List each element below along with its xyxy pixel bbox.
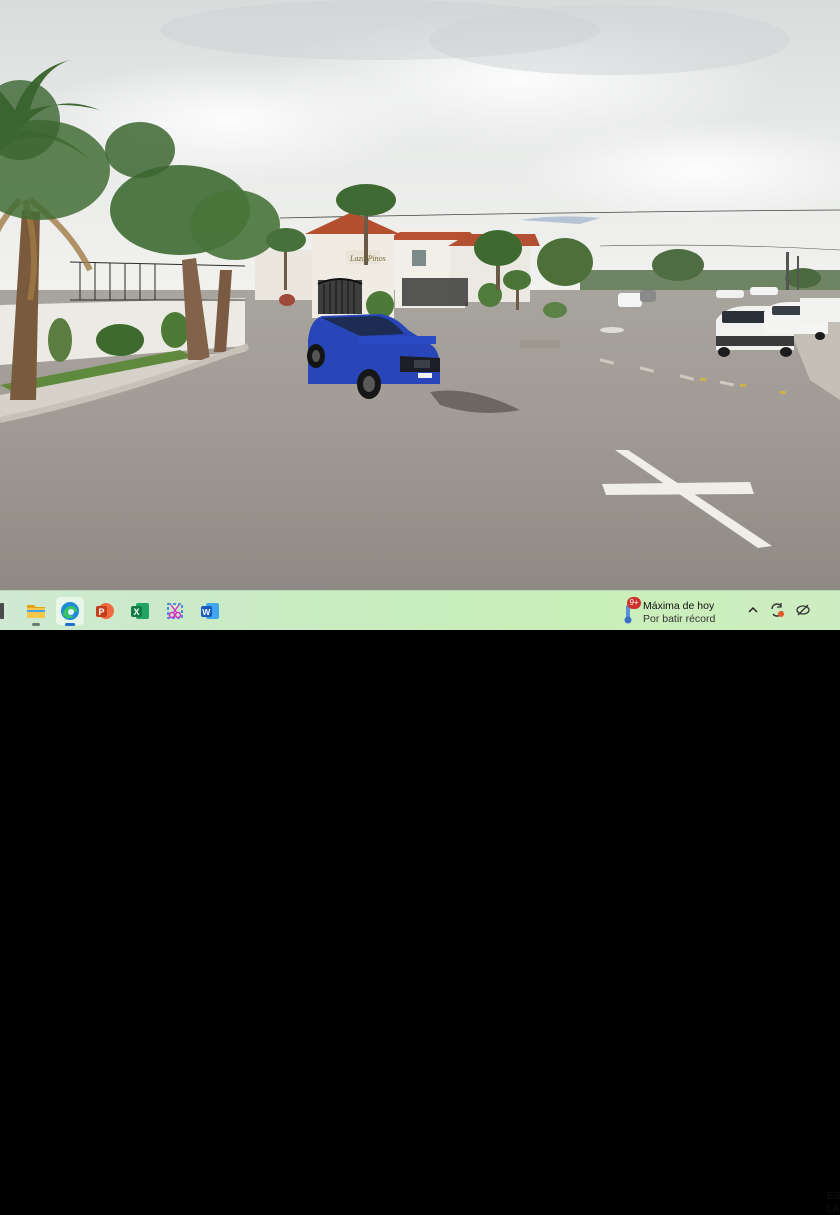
network-disconnected-icon[interactable] [794,601,812,619]
sync-icon[interactable] [768,601,786,619]
language-indicator[interactable]: ESP [827,1191,840,1202]
weather-title: Máxima de hoy [643,600,715,612]
excel-icon[interactable]: X [126,597,154,625]
snipping-tool-icon[interactable] [161,597,189,625]
svg-text:P: P [99,607,105,617]
svg-text:W: W [202,607,211,617]
weather-alert-badge: 9+ [627,597,641,609]
file-explorer-icon[interactable] [22,597,50,626]
chevron-up-icon[interactable] [744,601,762,619]
weather-subtitle: Por batir récord [643,613,716,625]
edge-icon[interactable] [56,597,84,626]
keyboard-layout-indicator[interactable]: LAA [827,1204,840,1215]
word-icon[interactable]: W [196,597,224,625]
svg-text:X: X [134,607,140,617]
street-view-photo: Lazo Pinos [0,0,840,590]
taskbar: P X W 9+ Máxima de hoy Por batir récord … [0,590,840,1215]
powerpoint-icon[interactable]: P [91,597,119,625]
start-button[interactable] [0,603,4,619]
